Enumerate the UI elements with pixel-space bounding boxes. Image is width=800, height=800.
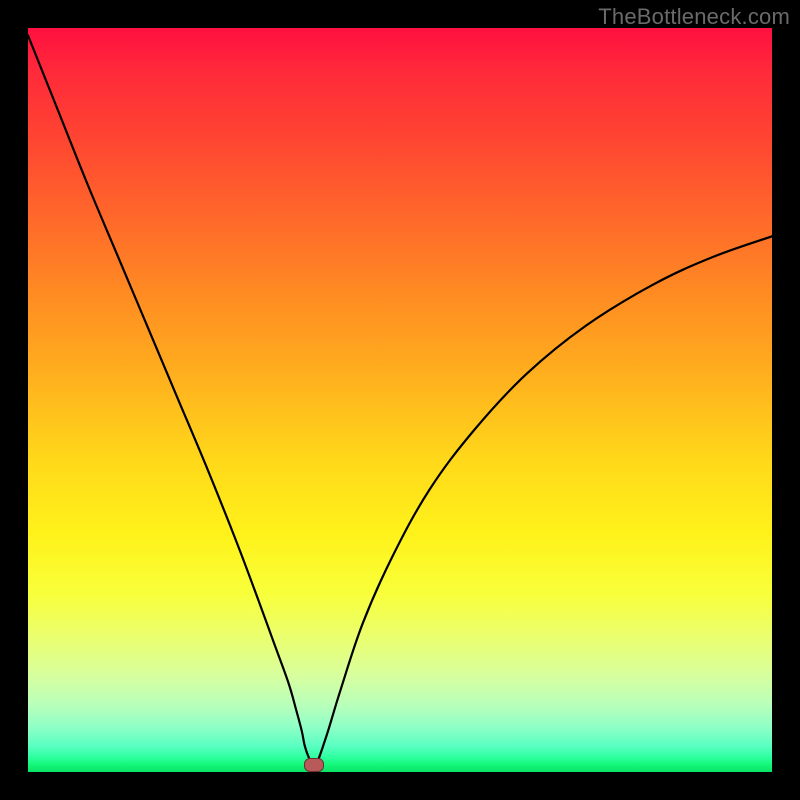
chart-frame: TheBottleneck.com <box>0 0 800 800</box>
bottleneck-marker <box>304 758 324 772</box>
gradient-background <box>28 28 772 772</box>
plot-area <box>28 28 772 772</box>
watermark-text: TheBottleneck.com <box>598 4 790 30</box>
